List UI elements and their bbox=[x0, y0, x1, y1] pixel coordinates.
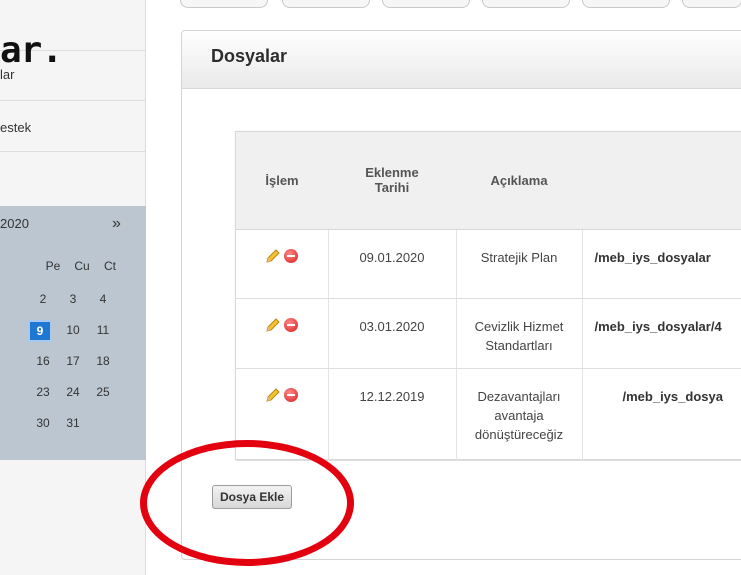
table-row: 03.01.2020 Cevizlik Hizmet Standartları … bbox=[236, 298, 741, 369]
calendar-day[interactable]: 23 bbox=[29, 382, 57, 402]
row-file-path[interactable]: /meb_iys_dosya bbox=[582, 368, 741, 461]
calendar-week-row: 16 17 18 bbox=[0, 351, 146, 371]
top-tab[interactable] bbox=[382, 0, 470, 8]
row-date: 03.01.2020 bbox=[328, 298, 457, 369]
calendar-week-row: 9 10 11 bbox=[0, 320, 146, 342]
calendar-day[interactable]: 24 bbox=[59, 382, 87, 402]
calendar-day[interactable]: 25 bbox=[89, 382, 117, 402]
header-path bbox=[582, 132, 741, 230]
table-header-row: İşlem Eklenme Tarihi Açıklama bbox=[236, 132, 741, 230]
header-description: Açıklama bbox=[456, 132, 582, 230]
panel-header: Dosyalar bbox=[182, 31, 741, 89]
row-operations bbox=[236, 298, 329, 369]
files-panel: Dosyalar İşlem Eklenme Tarihi Açıklama 0… bbox=[181, 30, 741, 560]
row-description: Stratejik Plan bbox=[456, 229, 583, 299]
row-date: 12.12.2019 bbox=[328, 368, 457, 461]
header-date-label: Eklenme Tarihi bbox=[365, 165, 419, 196]
calendar-day-selected[interactable]: 9 bbox=[28, 320, 52, 342]
calendar-day[interactable]: 31 bbox=[59, 413, 87, 433]
header-operation: İşlem bbox=[236, 132, 328, 230]
calendar-day[interactable]: 10 bbox=[59, 320, 87, 340]
row-description-text: Cevizlik Hizmet Standartları bbox=[474, 318, 564, 353]
edit-pencil-icon[interactable] bbox=[265, 317, 281, 333]
top-tab[interactable] bbox=[482, 0, 570, 8]
row-description: Cevizlik Hizmet Standartları bbox=[456, 298, 583, 369]
calendar-day[interactable]: 4 bbox=[89, 289, 117, 309]
sidebar-item-label: estek bbox=[0, 120, 32, 135]
calendar-weekday-row: Pe Cu Ct bbox=[0, 256, 146, 276]
table-row: 09.01.2020 Stratejik Plan /meb_iys_dosya… bbox=[236, 229, 741, 299]
calendar-week-row: 2 3 4 bbox=[0, 289, 146, 309]
add-file-button[interactable]: Dosya Ekle bbox=[212, 485, 293, 509]
top-tab[interactable] bbox=[180, 0, 268, 8]
calendar-day[interactable]: 3 bbox=[59, 289, 87, 309]
header-date: Eklenme Tarihi bbox=[328, 132, 456, 230]
page-title: Dosyalar bbox=[211, 46, 288, 66]
top-tab[interactable] bbox=[282, 0, 370, 8]
files-table: İşlem Eklenme Tarihi Açıklama 09.01.2020 bbox=[236, 132, 741, 461]
calendar-day[interactable]: 18 bbox=[89, 351, 117, 371]
row-date: 09.01.2020 bbox=[328, 229, 457, 299]
calendar-next-arrow-icon[interactable]: » bbox=[112, 215, 121, 233]
weekday-label: Cu bbox=[74, 259, 90, 273]
row-file-path[interactable]: /meb_iys_dosyalar bbox=[582, 229, 741, 299]
calendar-day[interactable]: 16 bbox=[29, 351, 57, 371]
left-sidebar: lar estek 2020 » Pe Cu Ct 2 3 4 9 10 11 … bbox=[0, 0, 146, 575]
calendar-day[interactable]: 17 bbox=[59, 351, 87, 371]
mini-calendar: 2020 » Pe Cu Ct 2 3 4 9 10 11 16 17 18 2… bbox=[0, 206, 146, 460]
calendar-year: 2020 bbox=[0, 216, 29, 231]
overlay-caption: ar. bbox=[0, 30, 63, 71]
row-operations bbox=[236, 368, 329, 461]
calendar-day[interactable]: 2 bbox=[29, 289, 57, 309]
delete-icon[interactable] bbox=[284, 248, 299, 263]
row-description: Dezavantajları avantaja dönüştüreceğiz bbox=[456, 368, 583, 461]
sidebar-item[interactable]: estek bbox=[0, 100, 146, 151]
edit-pencil-icon[interactable] bbox=[265, 387, 281, 403]
weekday-label: Pe bbox=[45, 259, 61, 273]
calendar-day[interactable]: 30 bbox=[29, 413, 57, 433]
table-row: 12.12.2019 Dezavantajları avantaja dönüş… bbox=[236, 368, 741, 461]
files-table-container: İşlem Eklenme Tarihi Açıklama 09.01.2020 bbox=[235, 131, 741, 461]
calendar-week-row: 23 24 25 bbox=[0, 382, 146, 402]
row-operations bbox=[236, 229, 329, 299]
top-tab[interactable] bbox=[582, 0, 670, 8]
edit-pencil-icon[interactable] bbox=[265, 248, 281, 264]
delete-icon[interactable] bbox=[284, 317, 299, 332]
row-file-path[interactable]: /meb_iys_dosyalar/4 bbox=[582, 298, 741, 369]
row-description-text: Dezavantajları avantaja dönüştüreceğiz bbox=[474, 388, 564, 442]
sidebar-divider bbox=[0, 151, 146, 206]
calendar-day[interactable]: 11 bbox=[89, 320, 117, 340]
delete-icon[interactable] bbox=[284, 387, 299, 402]
weekday-label: Ct bbox=[104, 259, 116, 273]
calendar-week-row: 30 31 bbox=[0, 413, 146, 433]
top-tab[interactable] bbox=[682, 0, 741, 8]
